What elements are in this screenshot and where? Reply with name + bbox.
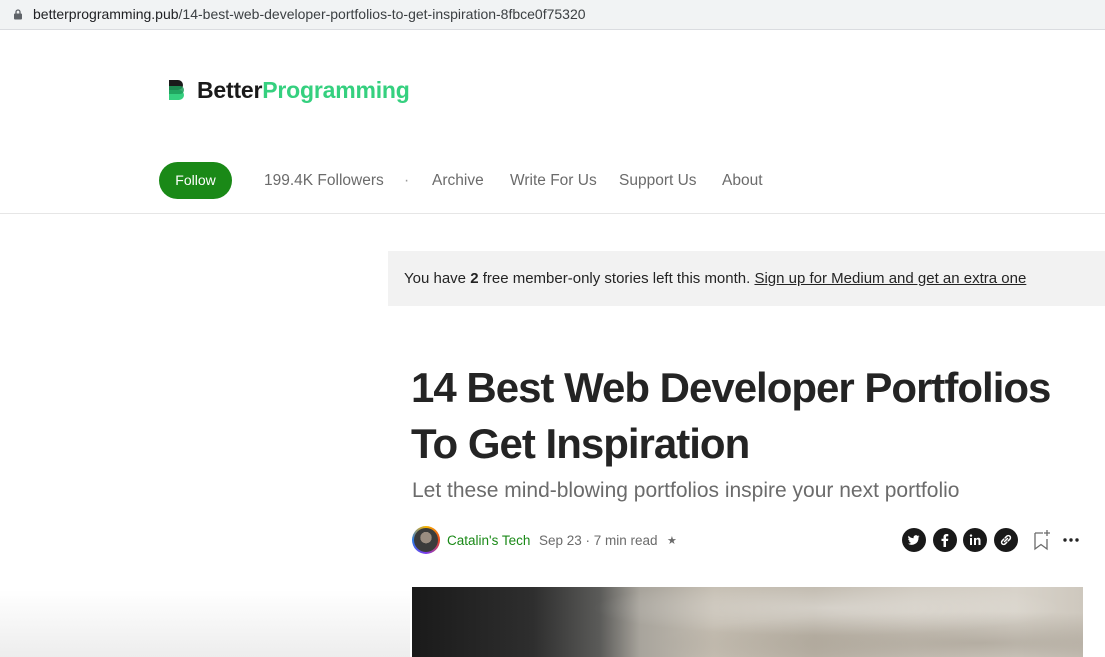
author-avatar[interactable]	[412, 526, 440, 554]
banner-text: You have 2 free member-only stories left…	[404, 270, 1026, 288]
lock-icon	[14, 9, 22, 20]
better-programming-logo-icon[interactable]	[167, 79, 186, 101]
url-text[interactable]: betterprogramming.pub/14-best-web-develo…	[33, 6, 586, 23]
banner-count: 2	[470, 270, 479, 287]
article-subtitle: Let these mind-blowing portfolios inspir…	[412, 479, 960, 502]
brand-part-2: Programming	[262, 77, 410, 103]
publication-logo-text[interactable]: BetterProgramming	[197, 76, 410, 104]
nav-divider	[0, 213, 1105, 214]
banner-suffix: free member-only stories left this month…	[478, 270, 755, 287]
twitter-icon[interactable]	[902, 528, 926, 552]
signup-link[interactable]: Sign up for Medium and get an extra one	[754, 270, 1026, 287]
link-icon[interactable]	[994, 528, 1018, 552]
follow-button[interactable]: Follow	[159, 162, 232, 199]
brand-part-1: Better	[197, 77, 263, 103]
author-name-link[interactable]: Catalin's Tech	[447, 533, 530, 549]
nav-separator: ·	[404, 172, 410, 189]
linkedin-icon[interactable]	[963, 528, 987, 552]
bottom-shadow	[0, 590, 410, 657]
followers-count[interactable]: 199.4K Followers	[264, 171, 384, 190]
nav-about[interactable]: About	[722, 171, 763, 190]
nav-support-us[interactable]: Support Us	[619, 171, 697, 190]
article-title: 14 Best Web Developer Portfolios To Get …	[411, 364, 1051, 467]
nav-archive[interactable]: Archive	[432, 171, 484, 190]
banner-prefix: You have	[404, 270, 471, 287]
url-host: betterprogramming.pub	[33, 6, 179, 22]
address-bar[interactable]: betterprogramming.pub/14-best-web-develo…	[0, 0, 1105, 30]
member-only-star-icon: ★	[667, 535, 677, 547]
more-options-icon[interactable]	[1062, 533, 1080, 547]
bookmark-icon[interactable]	[1031, 528, 1051, 552]
url-path: /14-best-web-developer-portfolios-to-get…	[178, 6, 586, 22]
article-meta: Sep 23 · 7 min read	[539, 533, 658, 548]
nav-write-for-us[interactable]: Write For Us	[510, 171, 597, 190]
member-stories-banner: You have 2 free member-only stories left…	[388, 251, 1105, 306]
facebook-icon[interactable]	[933, 528, 957, 552]
article-hero-image	[412, 587, 1083, 657]
